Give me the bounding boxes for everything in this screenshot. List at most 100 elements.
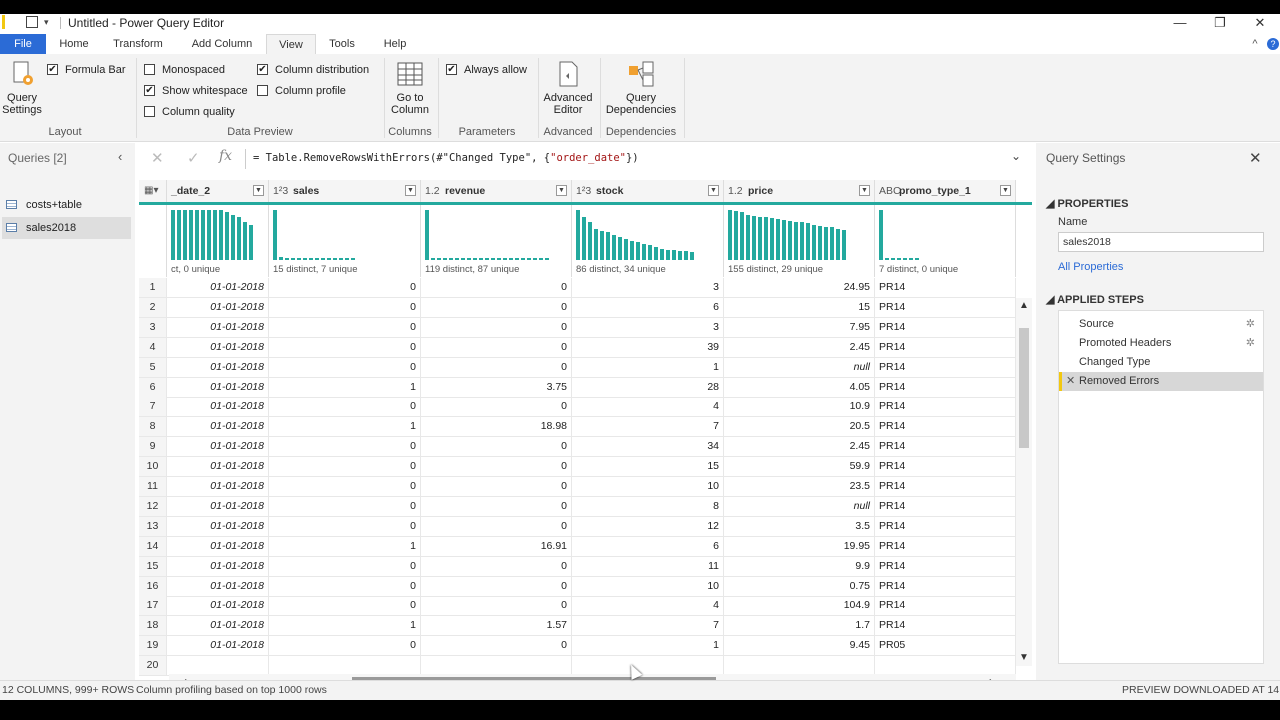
expand-formula-icon[interactable]: ⌄ <box>1011 149 1021 163</box>
table-cell[interactable] <box>875 656 1016 676</box>
table-cell[interactable]: 16.91 <box>421 536 572 556</box>
applied-steps-section[interactable]: ◢ APPLIED STEPS <box>1046 293 1144 306</box>
table-cell[interactable]: 0 <box>269 317 421 337</box>
tab-tools[interactable]: Tools <box>322 34 362 54</box>
column-filter-dropdown-icon[interactable]: ▼ <box>859 185 870 196</box>
formula-input[interactable]: = Table.RemoveRowsWithErrors(#"Changed T… <box>253 152 639 164</box>
table-cell[interactable]: 7 <box>572 417 724 437</box>
table-row[interactable]: 1 01-01-2018 0 0 3 24.95 PR14 <box>139 278 1016 298</box>
row-number[interactable]: 4 <box>139 337 167 357</box>
column-type-icon[interactable]: ABC <box>879 180 901 202</box>
table-menu-button[interactable]: ▦▾ <box>139 180 167 202</box>
vertical-scrollbar[interactable]: ▲ ▼ <box>1016 298 1032 666</box>
table-cell[interactable]: 0 <box>269 337 421 357</box>
table-cell[interactable]: PR05 <box>875 636 1016 656</box>
column-filter-dropdown-icon[interactable]: ▼ <box>708 185 719 196</box>
vertical-scroll-thumb[interactable] <box>1019 328 1029 448</box>
table-cell[interactable]: 0 <box>421 297 572 317</box>
table-row[interactable]: 18 01-01-2018 1 1.57 7 1.7 PR14 <box>139 616 1016 637</box>
close-settings-icon[interactable]: ✕ <box>1249 149 1262 167</box>
ribbon-collapse-icon[interactable]: ^ <box>1248 34 1262 54</box>
fx-icon[interactable]: fx <box>219 148 232 164</box>
row-number[interactable]: 2 <box>139 297 167 317</box>
table-row[interactable]: 15 01-01-2018 0 0 11 9.9 PR14 <box>139 556 1016 577</box>
table-cell[interactable]: 20.5 <box>724 417 875 437</box>
row-number[interactable]: 19 <box>139 636 167 656</box>
save-icon[interactable] <box>26 16 38 28</box>
column-filter-dropdown-icon[interactable]: ▼ <box>405 185 416 196</box>
table-cell[interactable]: 0 <box>421 477 572 496</box>
row-number[interactable]: 16 <box>139 576 167 596</box>
query-dependencies-button[interactable]: Query Dependencies <box>604 60 678 116</box>
row-number[interactable]: 8 <box>139 417 167 437</box>
table-cell[interactable]: PR14 <box>875 477 1016 496</box>
table-cell[interactable]: 0 <box>269 477 421 496</box>
tab-view[interactable]: View <box>266 34 316 54</box>
column-filter-dropdown-icon[interactable]: ▼ <box>556 185 567 196</box>
row-number[interactable]: 11 <box>139 477 167 496</box>
properties-section[interactable]: ◢ PROPERTIES <box>1046 197 1128 210</box>
table-cell[interactable]: 0 <box>269 437 421 457</box>
table-cell[interactable]: 01-01-2018 <box>167 457 269 477</box>
collapse-queries-icon[interactable]: ‹ <box>118 149 122 164</box>
table-cell[interactable]: 0 <box>269 556 421 576</box>
table-cell[interactable]: null <box>724 496 875 516</box>
table-cell[interactable]: 0 <box>421 337 572 357</box>
table-cell[interactable]: 0 <box>421 357 572 377</box>
table-row[interactable]: 10 01-01-2018 0 0 15 59.9 PR14 <box>139 457 1016 478</box>
table-cell[interactable] <box>421 656 572 676</box>
column-distribution[interactable]: 155 distinct, 29 unique <box>724 205 875 277</box>
table-cell[interactable]: 0 <box>421 397 572 417</box>
table-cell[interactable] <box>167 656 269 676</box>
row-number[interactable]: 9 <box>139 437 167 457</box>
table-cell[interactable]: 0 <box>269 357 421 377</box>
table-cell[interactable]: 01-01-2018 <box>167 576 269 596</box>
table-row[interactable]: 14 01-01-2018 1 16.91 6 19.95 PR14 <box>139 536 1016 557</box>
gear-icon[interactable]: ✲ <box>1246 315 1255 334</box>
table-cell[interactable]: 2.45 <box>724 337 875 357</box>
table-cell[interactable]: PR14 <box>875 457 1016 477</box>
table-cell[interactable]: 1 <box>269 377 421 397</box>
table-cell[interactable]: 7 <box>572 616 724 636</box>
table-cell[interactable]: 1 <box>572 357 724 377</box>
table-row[interactable]: 13 01-01-2018 0 0 12 3.5 PR14 <box>139 516 1016 537</box>
table-cell[interactable]: 3 <box>572 317 724 337</box>
commit-formula-icon[interactable]: ✓ <box>187 149 200 167</box>
table-cell[interactable]: 15 <box>572 457 724 477</box>
table-cell[interactable]: 1.57 <box>421 616 572 636</box>
column-filter-dropdown-icon[interactable]: ▼ <box>253 185 264 196</box>
status-profiling[interactable]: Column profiling based on top 1000 rows <box>136 681 327 700</box>
table-row[interactable]: 5 01-01-2018 0 0 1 null PR14 <box>139 357 1016 378</box>
scroll-up-icon[interactable]: ▲ <box>1019 300 1029 311</box>
table-cell[interactable]: 11 <box>572 556 724 576</box>
tab-add-column[interactable]: Add Column <box>182 34 262 54</box>
column-header[interactable]: _date_2 ▼ <box>167 180 269 202</box>
table-row[interactable]: 4 01-01-2018 0 0 39 2.45 PR14 <box>139 337 1016 358</box>
column-header[interactable]: 1.2 price ▼ <box>724 180 875 202</box>
table-cell[interactable]: 10.9 <box>724 397 875 417</box>
table-cell[interactable]: 8 <box>572 496 724 516</box>
table-cell[interactable]: 01-01-2018 <box>167 516 269 536</box>
gear-icon[interactable]: ✲ <box>1246 334 1255 353</box>
table-cell[interactable]: PR14 <box>875 516 1016 536</box>
table-cell[interactable]: null <box>724 357 875 377</box>
table-cell[interactable] <box>724 656 875 676</box>
tab-file[interactable]: File <box>0 34 46 54</box>
help-icon[interactable]: ? <box>1267 38 1279 50</box>
always-allow-checkbox[interactable]: ✔ Always allow <box>446 63 527 77</box>
table-row[interactable]: 19 01-01-2018 0 0 1 9.45 PR05 <box>139 636 1016 657</box>
table-cell[interactable]: 0 <box>421 496 572 516</box>
table-cell[interactable]: PR14 <box>875 397 1016 417</box>
scroll-down-icon[interactable]: ▼ <box>1019 652 1029 663</box>
monospaced-checkbox[interactable]: Monospaced <box>144 63 225 77</box>
table-cell[interactable]: 01-01-2018 <box>167 596 269 616</box>
row-number[interactable]: 5 <box>139 357 167 377</box>
table-cell[interactable]: 1 <box>269 536 421 556</box>
table-cell[interactable] <box>572 656 724 676</box>
step-promoted-headers[interactable]: Promoted Headers ✲ <box>1059 334 1263 353</box>
row-number[interactable]: 1 <box>139 278 167 297</box>
table-cell[interactable]: 15 <box>724 297 875 317</box>
row-number[interactable]: 7 <box>139 397 167 417</box>
tab-home[interactable]: Home <box>50 34 98 54</box>
column-type-icon[interactable]: 1²3 <box>273 180 288 202</box>
